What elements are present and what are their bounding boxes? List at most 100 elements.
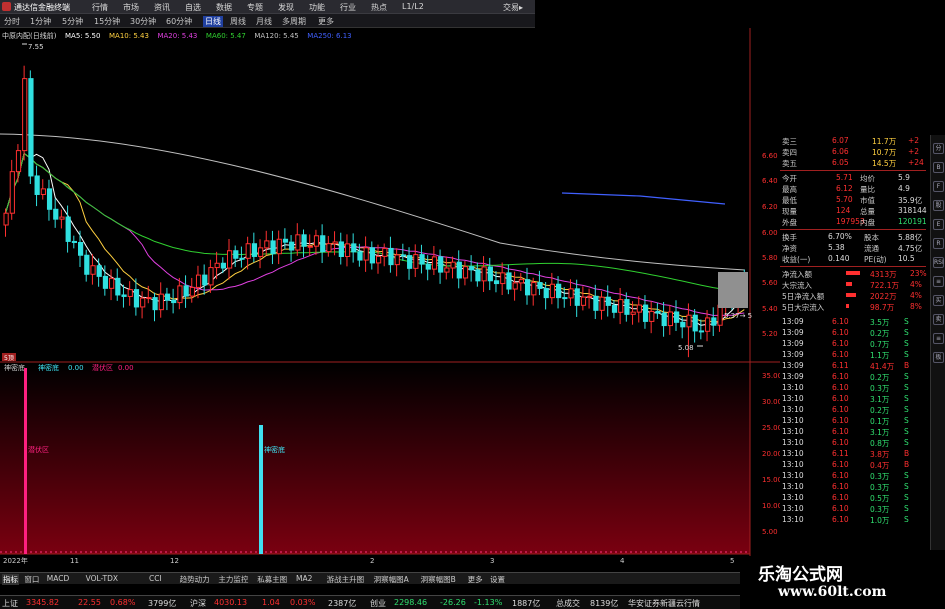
indicator-bar-cyan xyxy=(259,425,263,554)
menu-item-discover[interactable]: 发现 xyxy=(278,2,294,13)
indicator-tab[interactable]: 洞察幅图B xyxy=(421,574,456,585)
candle-body xyxy=(214,262,220,269)
tick-price: 6.10 xyxy=(832,372,849,381)
chart-area[interactable]: 6.60 6.40 6.20 6.00 5.80 5.60 5.40 5.20 … xyxy=(0,28,780,572)
side-tool-icon[interactable]: ≡ xyxy=(933,276,944,287)
menu-item-level[interactable]: L1/L2 xyxy=(402,2,424,11)
tick-row[interactable]: 13:10 6.10 0.4万 B xyxy=(780,459,926,470)
indicator-tab[interactable]: VOL-TDX xyxy=(86,574,118,583)
indicator-tab[interactable]: 更多 xyxy=(468,574,483,585)
menu-item-market[interactable]: 市场 xyxy=(123,2,139,13)
candle-body xyxy=(3,212,9,226)
tick-row[interactable]: 13:09 6.11 41.4万 B xyxy=(780,360,926,371)
indicator-tab[interactable]: CCI xyxy=(149,574,162,583)
menu-item-hot[interactable]: 热点 xyxy=(371,2,387,13)
tick-row[interactable]: 13:10 6.10 3.1万 S xyxy=(780,426,926,437)
period-tab-more[interactable]: 更多 xyxy=(318,16,334,27)
candle-body xyxy=(202,274,208,286)
indicator-tab[interactable]: 洞察幅图A xyxy=(374,574,409,585)
tick-row[interactable]: 13:10 6.10 0.5万 S xyxy=(780,492,926,503)
tick-price: 6.10 xyxy=(832,504,849,513)
flow-bar xyxy=(846,304,849,308)
tick-side: S xyxy=(904,328,909,337)
tick-row[interactable]: 13:10 6.10 0.2万 S xyxy=(780,404,926,415)
side-tool-icon[interactable]: E xyxy=(933,219,944,230)
period-tab-weekly[interactable]: 周线 xyxy=(230,16,246,27)
indicator-tab[interactable]: MA2 xyxy=(296,574,312,583)
ask-row[interactable]: 卖五 6.05 14.5万 +24 xyxy=(780,157,926,168)
menu-item-watchlist[interactable]: 自选 xyxy=(185,2,201,13)
tick-row[interactable]: 13:10 6.11 3.8万 B xyxy=(780,448,926,459)
side-tool-icon[interactable]: 板 xyxy=(933,352,944,363)
candle-body xyxy=(65,216,71,242)
stat-row: 最高 6.12 量比 4.9 xyxy=(780,183,926,194)
indicator-tab[interactable]: 趋势动力 xyxy=(180,574,210,585)
indicator-tag-label: 5顶 xyxy=(4,355,14,362)
tick-row[interactable]: 13:10 6.10 0.1万 S xyxy=(780,415,926,426)
flow-pct: 23% xyxy=(910,269,927,278)
tick-row[interactable]: 13:10 6.10 1.0万 S xyxy=(780,514,926,525)
candle-body xyxy=(531,282,537,296)
stat-label: 内盘 xyxy=(860,218,875,227)
side-tool-icon[interactable]: 买 xyxy=(933,295,944,306)
candle-body xyxy=(605,296,611,306)
candle-body xyxy=(344,243,351,257)
indicator-tab[interactable]: MACD xyxy=(47,574,69,583)
period-tab-30min[interactable]: 30分钟 xyxy=(130,16,156,27)
tick-row[interactable]: 13:10 6.10 0.8万 S xyxy=(780,437,926,448)
side-tool-icon[interactable]: 卖 xyxy=(933,314,944,325)
candle-body xyxy=(15,150,22,173)
tick-row[interactable]: 13:10 6.10 0.3万 S xyxy=(780,503,926,514)
news-ticker[interactable]: 华安证券新疆云行情 xyxy=(628,598,700,609)
side-tool-icon[interactable]: 股 xyxy=(933,200,944,211)
period-tab-60min[interactable]: 60分钟 xyxy=(166,16,192,27)
candle-body xyxy=(102,275,109,289)
tick-row[interactable]: 13:10 6.10 3.1万 S xyxy=(780,393,926,404)
tick-row[interactable]: 13:10 6.10 0.3万 S xyxy=(780,481,926,492)
menu-item-industry[interactable]: 行业 xyxy=(340,2,356,13)
candle-body xyxy=(667,311,674,327)
tick-row[interactable]: 13:10 6.10 0.3万 S xyxy=(780,382,926,393)
menu-item-topics[interactable]: 专题 xyxy=(247,2,263,13)
candle-body xyxy=(388,247,394,266)
side-tool-icon[interactable]: ≡ xyxy=(933,333,944,344)
period-tab-1min[interactable]: 1分钟 xyxy=(30,16,51,27)
side-tool-icon[interactable]: RSI xyxy=(933,257,944,268)
tick-row[interactable]: 13:09 6.10 3.5万 S xyxy=(780,316,926,327)
candle-body xyxy=(636,304,642,313)
indicator-tab[interactable]: 窗口 xyxy=(24,574,39,585)
period-tab-monthly[interactable]: 月线 xyxy=(256,16,272,27)
period-tab-daily[interactable]: 日线 xyxy=(203,16,223,27)
candle-body xyxy=(469,266,475,271)
ask-row[interactable]: 卖三 6.07 11.7万 +2 xyxy=(780,135,926,146)
tick-row[interactable]: 13:09 6.10 0.2万 S xyxy=(780,327,926,338)
tick-price: 6.10 xyxy=(832,328,849,337)
tick-row[interactable]: 13:09 6.10 1.1万 S xyxy=(780,349,926,360)
ask-row[interactable]: 卖四 6.06 10.7万 +2 xyxy=(780,146,926,157)
side-tool-icon[interactable]: 分 xyxy=(933,143,944,154)
indicator-tab[interactable]: 指标 xyxy=(2,574,19,585)
menu-item-quotes[interactable]: 行情 xyxy=(92,2,108,13)
side-tool-icon[interactable]: F xyxy=(933,181,944,192)
period-tab-5min[interactable]: 5分钟 xyxy=(62,16,83,27)
menu-item-news[interactable]: 资讯 xyxy=(154,2,170,13)
candle-body xyxy=(661,312,667,327)
tick-price: 6.10 xyxy=(832,427,849,436)
candle-body xyxy=(556,283,562,299)
side-tool-icon[interactable]: R xyxy=(933,238,944,249)
tick-row[interactable]: 13:10 6.10 0.3万 S xyxy=(780,470,926,481)
indicator-tab[interactable]: 主力监控 xyxy=(218,574,248,585)
tick-time: 13:10 xyxy=(782,438,804,447)
side-tool-icon[interactable]: B xyxy=(933,162,944,173)
indicator-tab[interactable]: 游战主升图 xyxy=(327,574,365,585)
period-tab-intraday[interactable]: 分时 xyxy=(4,16,20,27)
tick-row[interactable]: 13:09 6.10 0.2万 S xyxy=(780,371,926,382)
menu-item-functions[interactable]: 功能 xyxy=(309,2,325,13)
indicator-tab[interactable]: 设置 xyxy=(490,574,505,585)
period-tab-multi[interactable]: 多周期 xyxy=(282,16,306,27)
period-tab-15min[interactable]: 15分钟 xyxy=(94,16,120,27)
indicator-tab[interactable]: 私募主图 xyxy=(257,574,287,585)
menu-item-data[interactable]: 数据 xyxy=(216,2,232,13)
app-logo-icon xyxy=(2,2,11,11)
tick-row[interactable]: 13:09 6.10 0.7万 S xyxy=(780,338,926,349)
